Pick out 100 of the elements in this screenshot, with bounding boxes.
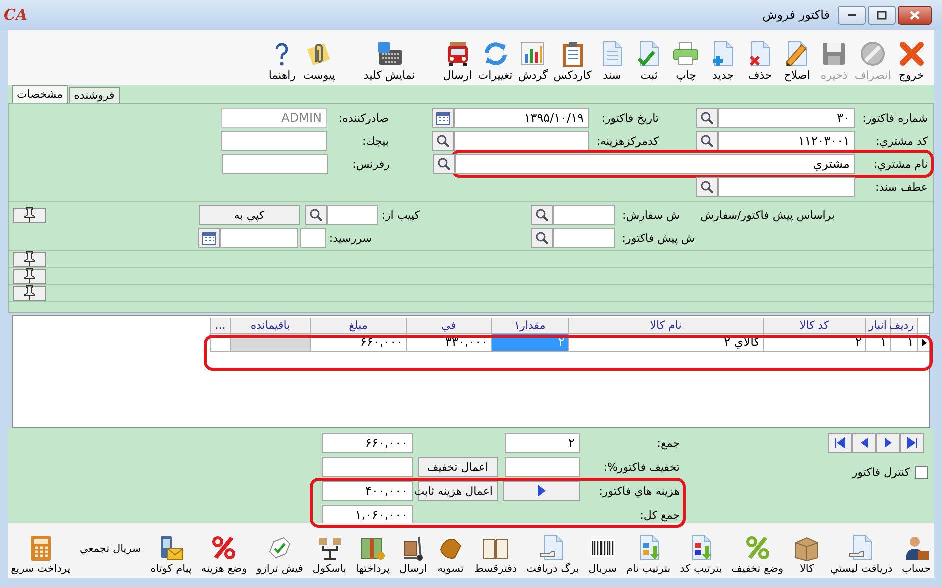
previous-button[interactable] [852,433,876,453]
text-field[interactable] [718,177,855,197]
column-header[interactable]: انبار [865,318,890,334]
text-field[interactable] [327,205,378,225]
field-label: هزينه هاي فاكتور: [599,484,680,498]
apply-discount-button[interactable]: اعمال تخفيف [418,457,498,477]
quick-payment-button[interactable]: پرداخت سريع [10,534,72,575]
pin-icon [22,285,38,301]
text-field[interactable]: ۳۰ [718,108,855,128]
help-button[interactable]: راهنما [264,40,301,82]
text-field[interactable]: ۶۶۰,۰۰۰ [322,433,413,453]
text-field[interactable]: ۱۳۹۵/۱۰/۱۹ [454,108,589,128]
search-icon [700,111,714,125]
cost-button[interactable]: وضع هزينه [200,534,248,575]
text-field[interactable]: ADMIN [221,108,327,128]
list-receive-button[interactable]: دريافت ليستي [829,534,894,575]
weighbridge-button[interactable]: باسكول [312,534,348,575]
calendar-button[interactable] [432,108,454,128]
text-field[interactable] [220,228,298,248]
search-button[interactable] [696,177,718,197]
payments-button[interactable]: پرداختها [354,534,391,575]
edit-button[interactable]: اصلاح [778,40,816,82]
text-field[interactable] [553,228,615,248]
text-field[interactable] [505,457,580,477]
text-field[interactable] [553,205,615,225]
search-button[interactable] [433,154,455,174]
sms-button[interactable]: پيام كوتاه [150,534,193,575]
copy-to-button[interactable]: كپي به [199,205,300,225]
installment-book-button[interactable]: دفترقسط [473,534,518,575]
text-field[interactable]: ۲ [505,433,580,453]
column-header[interactable]: كد كالا [763,318,865,334]
cardex-button[interactable]: كاردكس [552,40,594,82]
search-button[interactable] [696,131,718,151]
field-label: تاريخ فاكتور: [602,112,659,124]
checkbox[interactable] [915,466,928,479]
delete-button[interactable]: حذف [742,40,779,82]
text-field[interactable]: ۱۱۲۰۳۰۰۱ [718,131,855,151]
column-header[interactable]: رديف [890,318,917,334]
sort-by-code-button[interactable]: بترتيب كد [679,534,724,575]
search-button[interactable] [432,131,454,151]
bulk-serial-button[interactable]: سريال تجمعي [79,543,142,555]
account-button[interactable]: حساب [901,534,932,575]
show-keys-button[interactable]: نمايش كليد [362,40,418,82]
text-field[interactable] [322,457,413,477]
discount-button[interactable]: وضع تخفيف [730,534,785,575]
goods-button[interactable]: كالا [792,534,822,575]
print-button[interactable]: چاپ [668,40,705,82]
shipping-button[interactable]: ارسال [398,534,428,575]
pin-button[interactable] [13,208,46,222]
pin-button[interactable] [13,252,46,266]
caption-label: براساس پيش فاكتور/سفارش [700,208,835,222]
column-header[interactable]: نام كالا [568,318,763,334]
text-field[interactable] [221,131,327,151]
column-header[interactable]: مقدار۱ [491,318,568,334]
text-field[interactable] [454,131,589,151]
text-field[interactable] [222,154,328,174]
post-button[interactable]: ثبت [630,40,668,82]
field-label: صادركننده: [338,112,389,124]
column-header[interactable]: باقيمانده [230,318,310,334]
minimize-button[interactable] [838,6,866,24]
search-button[interactable] [531,205,553,225]
last-button[interactable] [900,433,924,453]
text-field[interactable] [300,228,326,248]
next-button[interactable] [876,433,900,453]
attach-button[interactable]: پيوست [300,40,338,82]
maximize-button[interactable] [868,6,896,24]
search-icon [436,134,450,148]
text-field[interactable]: ۴۰۰,۰۰۰ [322,481,413,501]
pin-button[interactable] [13,286,46,300]
pin-button[interactable] [13,268,46,284]
receipt-button[interactable]: برگ دريافت [526,534,580,575]
calendar-button[interactable] [198,228,220,248]
close-button[interactable] [898,6,932,24]
column-header[interactable]: في [406,318,491,334]
changes-button[interactable]: تغييرات [476,40,515,82]
search-button[interactable] [531,228,553,248]
checkbox-label: كنترل فاكتور [852,466,910,479]
settlement-button[interactable]: تسويه [436,534,466,575]
text-field[interactable]: ۱,۰۶۰,۰۰۰ [322,505,413,525]
voucher-button[interactable]: سند [594,40,631,82]
first-button[interactable] [828,433,852,453]
tab[interactable]: مشخصات [12,85,68,103]
first-icon [832,436,848,450]
costs-button[interactable] [503,481,580,501]
percent-icon [744,534,772,562]
serial-button[interactable]: سريال [588,534,618,575]
text-field[interactable]: مشتري [455,154,855,174]
new-button[interactable]: جديد [704,40,742,82]
column-header[interactable]: مبلغ [310,318,406,334]
search-button[interactable] [305,205,327,225]
column-header[interactable]: ... [210,318,230,334]
pin-icon [22,268,38,284]
search-button[interactable] [696,108,718,128]
turnover-button[interactable]: گردش [514,40,552,82]
send-button[interactable]: ارسال [439,40,476,82]
tab[interactable]: فروشنده [69,87,120,103]
exit-button[interactable]: خروج [893,40,930,82]
scale-slip-button[interactable]: فيش ترازو [256,534,304,575]
table-cell: ۳۳۰,۰۰۰ [406,334,491,352]
sort-by-name-button[interactable]: بترتيب نام [625,534,672,575]
